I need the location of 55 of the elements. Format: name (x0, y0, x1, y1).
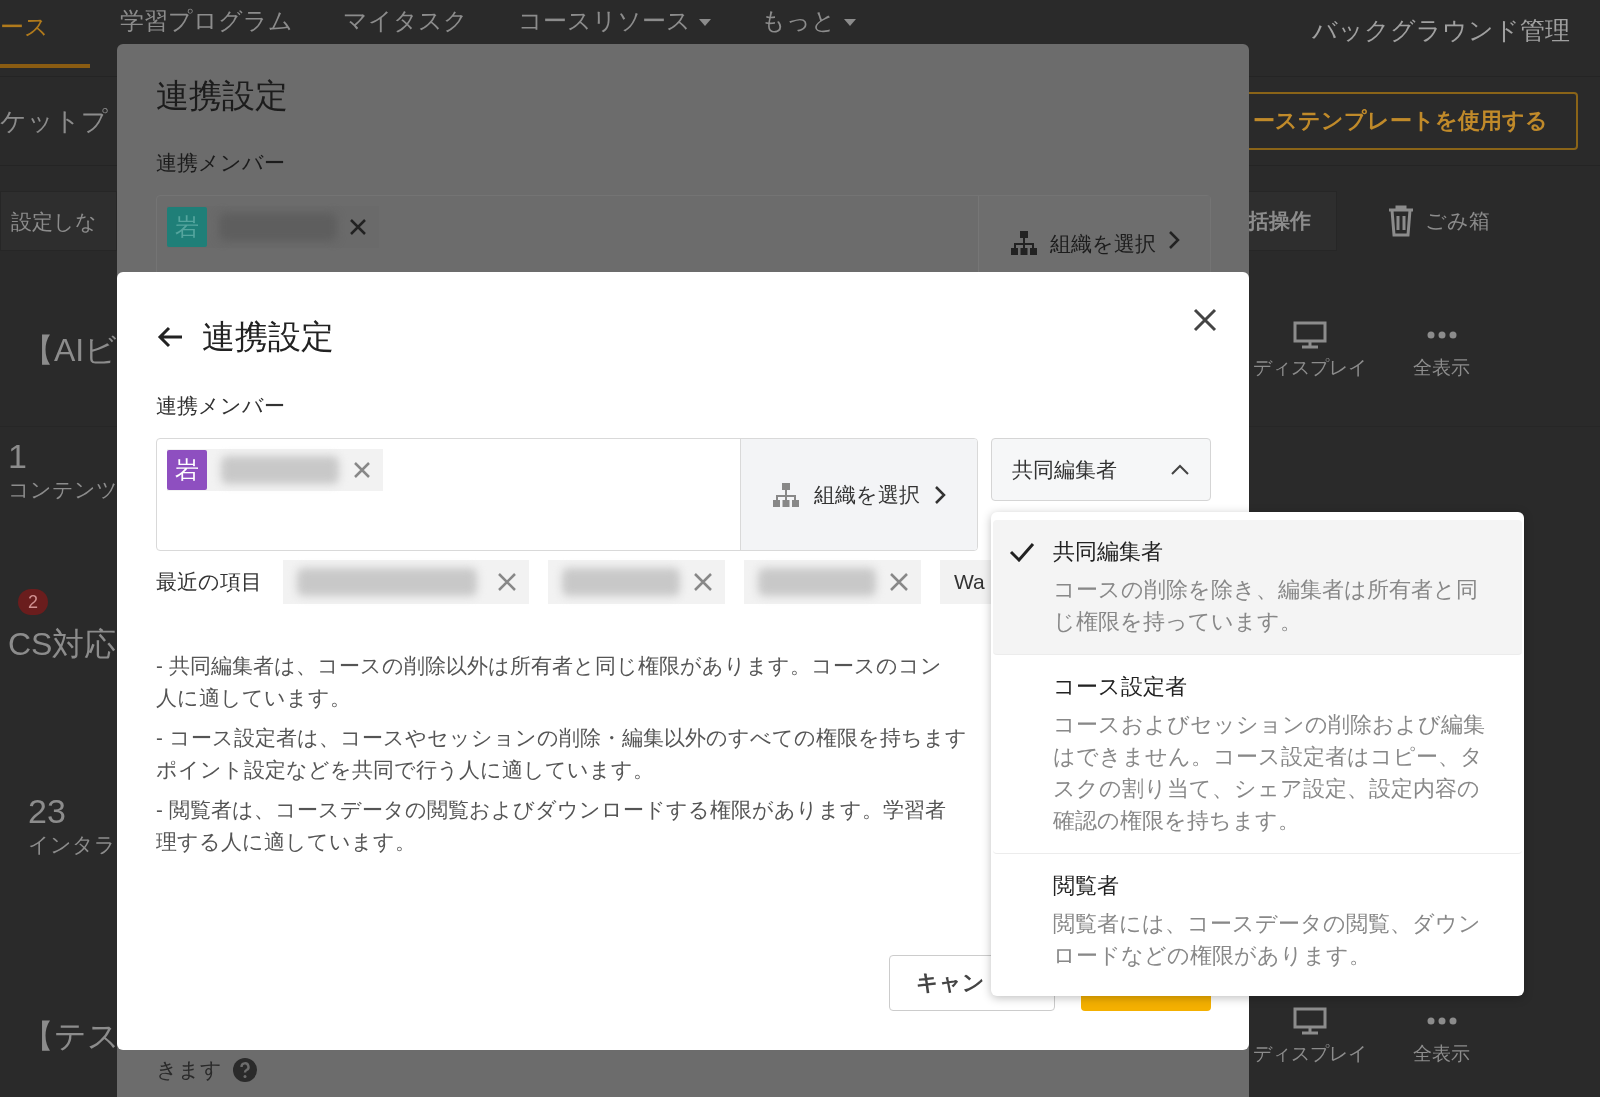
remove-icon[interactable] (497, 572, 517, 592)
modal-title: 連携設定 (156, 76, 289, 116)
close-icon[interactable] (1193, 308, 1217, 332)
note-text: 人に適しています。 (156, 685, 351, 711)
remove-icon[interactable] (693, 572, 713, 592)
filter-field[interactable]: 設定しな (0, 191, 117, 251)
action-label[interactable]: ディスプレイ (1253, 355, 1367, 381)
hint-text: きます (156, 1057, 222, 1083)
action-label[interactable]: ディスプレイ (1253, 1041, 1367, 1067)
back-arrow-icon[interactable] (156, 325, 184, 349)
org-chart-icon (773, 482, 799, 507)
admin-link[interactable]: バックグラウンド管理 (1312, 14, 1570, 47)
nav-tab[interactable]: 学習プログラム (120, 0, 293, 38)
field-label: 連携メンバー (156, 150, 286, 176)
org-chart-icon (1010, 231, 1037, 255)
role-option[interactable]: コース設定者 コースおよびセッションの削除および編集はできません。コース設定者はコピー、タスクの割り当て、シェア設定、設定内容の確認の権限を持ちます。 (993, 655, 1522, 854)
note-text: - 閲覧者は、コースデータの閲覧およびダウンロードする権限があります。学習者 (156, 797, 946, 823)
display-icon[interactable] (1293, 1007, 1327, 1035)
page-title: ケットプ (0, 104, 108, 138)
display-icon[interactable] (1293, 321, 1327, 349)
nav-tab[interactable]: マイタスク (343, 0, 468, 38)
check-icon (1009, 542, 1035, 562)
member-field[interactable]: 岩 組織を選択 (156, 438, 978, 551)
remove-icon[interactable] (353, 461, 371, 479)
chevron-icon (1171, 464, 1189, 475)
avatar: 岩 (167, 450, 207, 490)
nav-tab[interactable]: ース (0, 0, 90, 68)
trash-icon[interactable] (1387, 205, 1415, 237)
note-text: ポイント設定などを共同で行う人に適しています。 (156, 757, 654, 783)
field-label: 連携メンバー (156, 393, 286, 419)
stat-label: コンテンツ (8, 477, 118, 503)
course-title: 【テス (22, 1017, 120, 1056)
recent-label: 最近の項目 (156, 569, 262, 595)
action-label[interactable]: 全表示 (1413, 1041, 1470, 1067)
org-select-button[interactable]: 組織を選択 (740, 439, 977, 550)
remove-icon[interactable] (889, 572, 909, 592)
action-label[interactable]: 全表示 (1413, 355, 1470, 381)
nav-tab[interactable]: もっと (761, 0, 856, 38)
course-title: CS対応 (8, 625, 117, 664)
note-text: - コース設定者は、コースやセッションの削除・編集以外のすべての権限を持ちます (156, 725, 967, 751)
trash-link[interactable]: ごみ箱 (1425, 207, 1490, 235)
role-select[interactable]: 共同編集者 (991, 438, 1211, 501)
chevron-icon (935, 485, 946, 504)
stat-label: インタラ (28, 832, 116, 858)
note-text: - 共同編集者は、コースの削除以外は所有者と同じ権限があります。コースのコン (156, 653, 942, 679)
stat-value: 23 (28, 792, 66, 831)
role-option[interactable]: 共同編集者 コースの削除を除き、編集者は所有者と同じ権限を持っています。 (993, 520, 1522, 655)
note-text: 理する人に適しています。 (156, 829, 416, 855)
stat-value: 1 (8, 437, 27, 476)
help-icon[interactable] (232, 1057, 258, 1083)
dialog-title: 連携設定 (202, 316, 334, 357)
count-badge: 2 (18, 589, 48, 615)
nav-tab[interactable]: コースリソース (518, 0, 711, 38)
chevron-icon (1168, 231, 1180, 249)
course-title: 【AIビ (22, 331, 118, 370)
